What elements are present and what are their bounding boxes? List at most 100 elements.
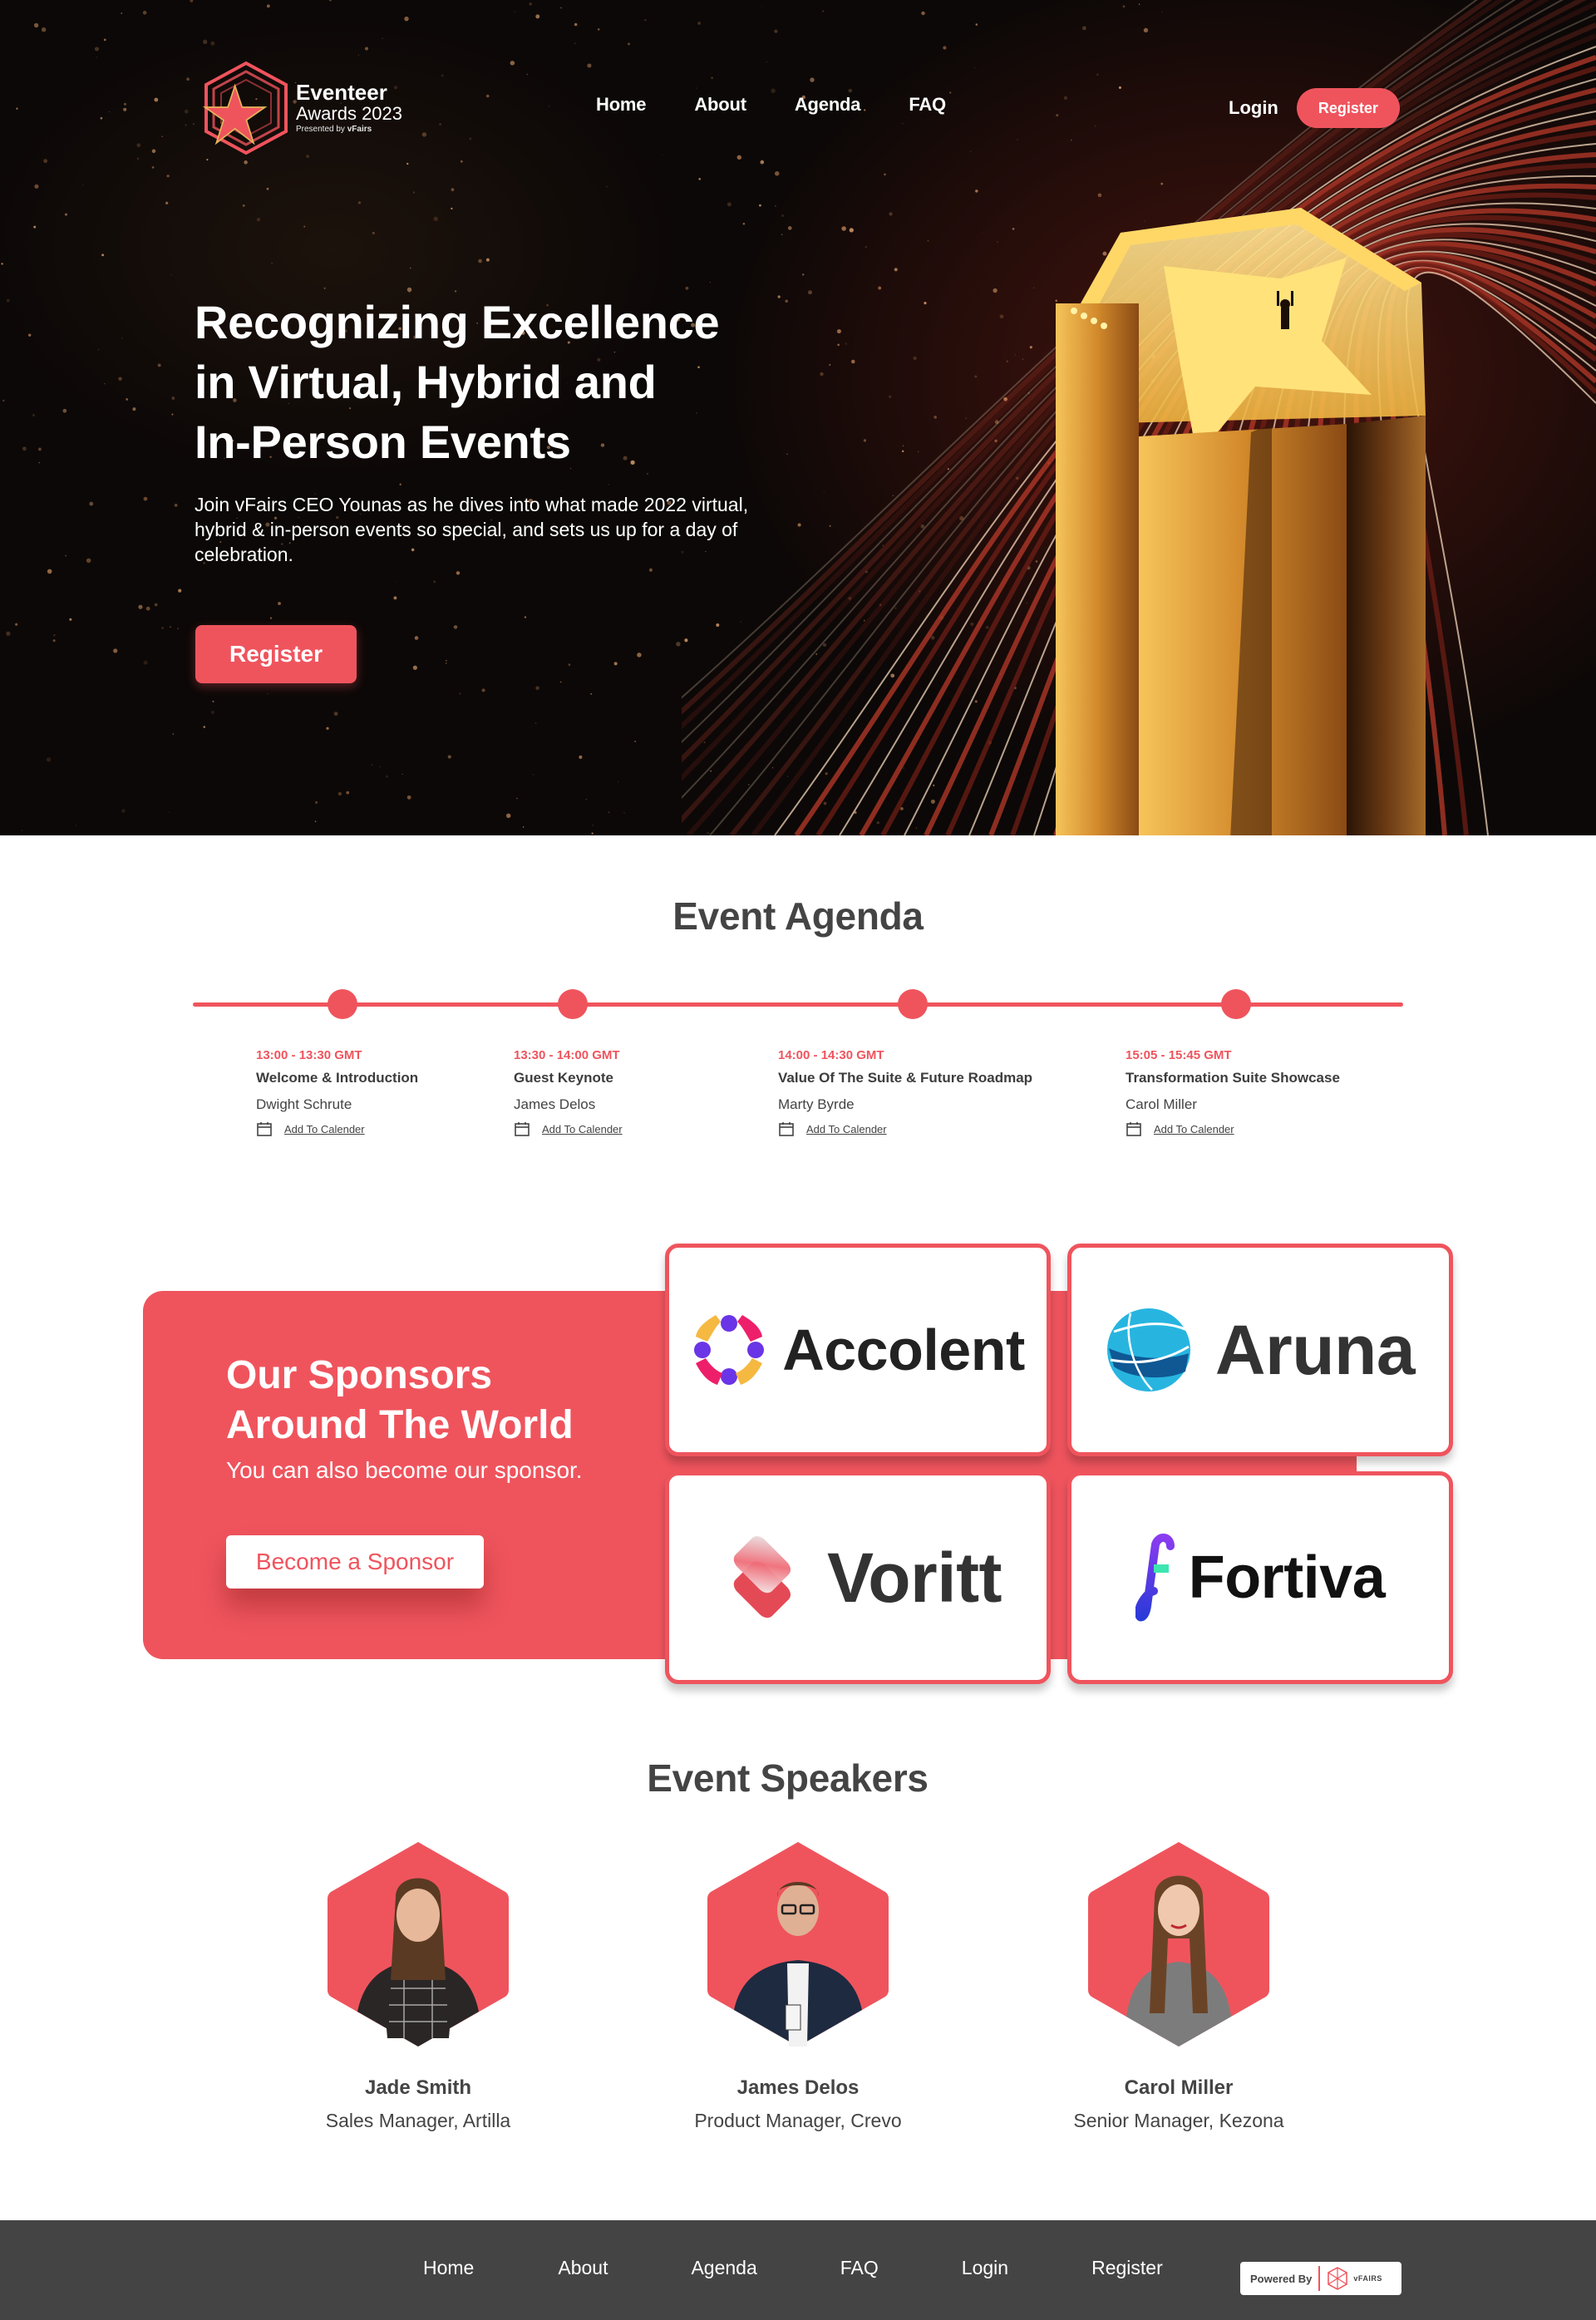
add-to-calendar-link[interactable]: Add To Calender <box>284 1123 365 1135</box>
become-sponsor-button[interactable]: Become a Sponsor <box>226 1535 484 1589</box>
add-to-calendar: Add To Calender <box>514 1121 623 1137</box>
sponsor-card-voritt[interactable]: Voritt <box>665 1471 1051 1684</box>
sparkle <box>574 42 576 45</box>
sparkle <box>143 660 148 665</box>
sparkle <box>559 681 562 683</box>
sparkle <box>242 204 245 207</box>
footer-link-about[interactable]: About <box>558 2257 608 2279</box>
calendar-icon[interactable] <box>1126 1121 1142 1137</box>
sparkle <box>613 662 618 666</box>
sparkle <box>574 22 578 27</box>
speakers-title: Event Speakers <box>647 1756 929 1800</box>
sponsors-title-line: Around The World <box>226 1403 574 1447</box>
session-title: Value Of The Suite & Future Roadmap <box>778 1070 1033 1086</box>
calendar-icon[interactable] <box>514 1121 530 1137</box>
sparkle <box>97 349 99 351</box>
sparkle <box>170 626 171 628</box>
add-to-calendar-link[interactable]: Add To Calender <box>542 1123 623 1135</box>
sparkle <box>41 27 47 32</box>
session-speaker: Carol Miller <box>1126 1096 1197 1112</box>
sparkle <box>412 191 416 194</box>
speaker-role: Senior Manager, Kezona <box>1073 2110 1284 2131</box>
footer-link-agenda[interactable]: Agenda <box>691 2257 756 2279</box>
sparkle <box>113 648 118 653</box>
powered-by-badge[interactable]: Powered By vFAIRS <box>1240 2262 1401 2295</box>
nav-link-home[interactable]: Home <box>596 94 647 116</box>
sparkle <box>278 602 281 605</box>
session-time: 15:05 - 15:45 GMT <box>1126 1048 1232 1062</box>
hero-register-button[interactable]: Register <box>195 625 357 683</box>
footer-link-register[interactable]: Register <box>1091 2257 1163 2279</box>
sparkle <box>627 42 631 46</box>
agenda-session: 15:05 - 15:45 GMT Transformation Suite S… <box>1126 1047 1340 1137</box>
session-title: Welcome & Introduction <box>256 1070 419 1086</box>
sponsor-card-accolent[interactable]: Accolent <box>665 1244 1051 1456</box>
sparkle <box>346 791 350 795</box>
sponsors-title-line: Our Sponsors <box>226 1353 493 1397</box>
timeline-dot <box>558 989 588 1019</box>
sparkle <box>15 623 18 626</box>
sparkle <box>6 631 11 636</box>
sparkle <box>401 773 403 775</box>
agenda-session: 14:00 - 14:30 GMT Value Of The Suite & F… <box>778 1047 1032 1137</box>
sparkle <box>516 797 518 800</box>
fortiva-f-icon <box>1135 1534 1175 1622</box>
nav-link-faq[interactable]: FAQ <box>909 94 946 116</box>
sparkle <box>395 581 397 583</box>
sparkle <box>371 764 373 766</box>
nav-link-about[interactable]: About <box>694 94 746 116</box>
add-to-calendar-link[interactable]: Add To Calender <box>1154 1123 1234 1135</box>
speaker-name: Jade Smith <box>364 2076 472 2099</box>
brand-text: Eventeer Awards 2023 Presented by vFairs <box>296 81 402 135</box>
sponsor-name: Fortiva <box>1188 1544 1386 1611</box>
sparkle <box>22 446 27 451</box>
sparkle <box>2 399 5 402</box>
sparkle <box>271 263 273 264</box>
footer-link-login[interactable]: Login <box>962 2257 1008 2279</box>
sparkle <box>46 756 52 762</box>
sparkle <box>406 287 412 293</box>
sparkle <box>210 41 215 46</box>
sparkle <box>244 160 248 165</box>
sparkle <box>357 201 362 204</box>
nav-register-button[interactable]: Register <box>1296 88 1400 128</box>
top-nav: Eventeer Awards 2023 Presented by vFairs… <box>0 58 1596 158</box>
speaker-card[interactable]: Jade Smith Sales Manager, Artilla <box>285 1839 551 2132</box>
login-link[interactable]: Login <box>1229 97 1278 119</box>
nav-link-agenda[interactable]: Agenda <box>795 94 861 116</box>
sponsor-card-aruna[interactable]: Aruna <box>1067 1244 1453 1456</box>
sparkle <box>32 413 35 416</box>
sponsor-card-fortiva[interactable]: Fortiva <box>1067 1471 1453 1684</box>
hero-copy: Recognizing Excellence in Virtual, Hybri… <box>195 293 793 567</box>
sparkle <box>481 688 485 692</box>
hero-title-line: Recognizing Excellence <box>195 296 720 348</box>
speaker-card[interactable]: James Delos Product Manager, Crevo <box>665 1839 931 2132</box>
sparkle <box>38 447 42 451</box>
footer-link-home[interactable]: Home <box>423 2257 474 2279</box>
session-title: Guest Keynote <box>514 1070 613 1086</box>
sparkle <box>535 686 539 691</box>
sparkle <box>1 263 3 265</box>
sponsor-name: Voritt <box>826 1538 1002 1617</box>
sparkle <box>154 603 158 607</box>
sparkle <box>409 267 411 269</box>
add-to-calendar-link[interactable]: Add To Calender <box>806 1123 887 1135</box>
sparkle <box>169 811 170 813</box>
brand-logo[interactable]: Eventeer Awards 2023 Presented by vFairs <box>200 58 416 158</box>
sparkle <box>53 634 56 637</box>
sparkle <box>121 809 126 813</box>
sparkle <box>33 22 39 28</box>
sparkle <box>151 165 155 169</box>
sparkle <box>534 722 537 724</box>
speaker-card[interactable]: Carol Miller Senior Manager, Kezona <box>1046 1839 1312 2132</box>
sparkle <box>478 259 482 264</box>
calendar-icon[interactable] <box>778 1121 795 1137</box>
calendar-icon[interactable] <box>256 1121 273 1137</box>
footer-link-faq[interactable]: FAQ <box>840 2257 879 2279</box>
sparkle <box>372 231 375 234</box>
speaker-role: Product Manager, Crevo <box>694 2110 902 2131</box>
sparkle <box>379 766 381 768</box>
sparkle <box>203 39 208 44</box>
sparkle <box>451 207 453 210</box>
sparkle <box>118 377 122 381</box>
